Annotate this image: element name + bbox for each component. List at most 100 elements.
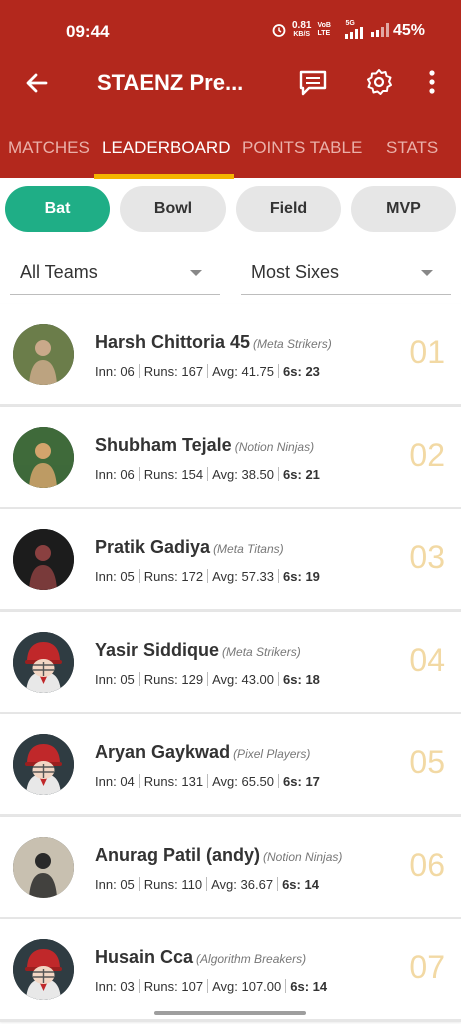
divider bbox=[207, 671, 209, 686]
stat-sixes: 6s: 21 bbox=[283, 467, 320, 482]
player-name: Pratik Gadiya bbox=[95, 537, 211, 557]
player-rank: 05 bbox=[409, 744, 445, 780]
player-rank: 06 bbox=[409, 846, 445, 883]
stat-innings: Inn: 05 bbox=[95, 877, 135, 892]
player-rank: 07 bbox=[409, 949, 445, 985]
stat-runs-label: Runs: bbox=[143, 569, 178, 584]
sort-dropdown[interactable]: Most Sixes bbox=[241, 252, 451, 295]
divider bbox=[207, 569, 209, 583]
player-name: Yasir Siddique bbox=[95, 639, 220, 660]
tab-stats[interactable]: STATS bbox=[386, 138, 438, 158]
stat-innings-label: Inn: bbox=[95, 569, 117, 584]
status-icons: 0.81 KB/S VoB LTE 5G bbox=[272, 20, 391, 39]
sort-value: Most Sixes bbox=[251, 262, 340, 282]
player-team: (Pixel Players) bbox=[233, 747, 311, 761]
stat-sixes-value: 19 bbox=[305, 569, 320, 584]
stat-runs: Runs: 131 bbox=[144, 774, 203, 789]
tab-points-table[interactable]: POINTS TABLE bbox=[242, 138, 362, 158]
divider bbox=[206, 876, 208, 891]
stat-runs-value: 131 bbox=[181, 774, 204, 789]
stat-runs: Runs: 107 bbox=[144, 979, 203, 994]
divider bbox=[138, 774, 140, 788]
player-card[interactable]: Harsh Chittoria 45 (Meta Strikers) Inn: 06… bbox=[0, 304, 461, 407]
chip-bowl[interactable]: Bowl bbox=[120, 186, 226, 232]
stat-innings: Inn: 06 bbox=[95, 364, 135, 379]
player-avatar bbox=[13, 426, 74, 488]
page-title: STAENZ Pre... bbox=[97, 70, 244, 95]
stat-average-value: 38.50 bbox=[241, 466, 275, 482]
stat-runs: Runs: 110 bbox=[144, 877, 202, 892]
tab-leaderboard[interactable]: LEADERBOARD bbox=[102, 138, 230, 158]
player-avatar bbox=[13, 529, 74, 590]
stat-innings-value: 03 bbox=[120, 979, 135, 994]
chip-bat[interactable]: Bat bbox=[5, 186, 110, 232]
chip-mvp[interactable]: MVP bbox=[351, 186, 456, 232]
stat-innings-label: Inn: bbox=[95, 876, 117, 892]
stat-runs-label: Runs: bbox=[143, 364, 178, 379]
player-card[interactable]: Husain Cca (Algorithm Breakers) Inn: 03 Run… bbox=[0, 919, 461, 1022]
signal-icon-2 bbox=[371, 22, 390, 37]
player-stats: Inn: 03 Runs: 107 Avg: 107.00 6s: 14 bbox=[95, 979, 327, 994]
player-card[interactable]: Aryan Gaykwad (Pixel Players) Inn: 04 Runs:… bbox=[0, 714, 461, 817]
stat-runs-label: Runs: bbox=[143, 466, 178, 482]
player-card[interactable]: Yasir Siddique (Meta Strikers) Inn: 05 Runs… bbox=[0, 611, 461, 715]
back-arrow-icon[interactable] bbox=[22, 68, 52, 98]
more-vert-icon[interactable] bbox=[424, 68, 440, 98]
stat-runs: Runs: 154 bbox=[144, 467, 203, 482]
stat-innings: Inn: 05 bbox=[95, 569, 135, 584]
divider bbox=[278, 671, 280, 686]
stat-runs-value: 107 bbox=[181, 979, 204, 994]
player-name: Anurag Patil (andy) bbox=[95, 844, 261, 865]
divider bbox=[207, 466, 209, 481]
chevron-down-icon bbox=[190, 270, 202, 276]
team-filter-dropdown[interactable]: All Teams bbox=[10, 252, 220, 295]
player-rank: 04 bbox=[409, 641, 445, 678]
stat-average-value: 41.75 bbox=[241, 364, 275, 379]
stat-innings-label: Inn: bbox=[95, 979, 117, 994]
stat-runs-value: 172 bbox=[181, 569, 204, 584]
divider bbox=[278, 569, 280, 583]
stat-average: Avg: 65.50 bbox=[212, 774, 274, 789]
stat-average-label: Avg: bbox=[212, 364, 238, 379]
player-rank: 02 bbox=[409, 436, 445, 473]
divider bbox=[285, 979, 287, 993]
stat-sixes-label: 6s: bbox=[283, 671, 302, 687]
stat-average-value: 107.00 bbox=[241, 979, 282, 994]
player-rank: 03 bbox=[409, 539, 445, 575]
stat-average: Avg: 36.67 bbox=[211, 877, 273, 892]
stat-sixes-value: 23 bbox=[305, 364, 320, 379]
stat-sixes-label: 6s: bbox=[283, 774, 302, 789]
gear-icon[interactable] bbox=[365, 68, 393, 96]
player-name: Harsh Chittoria 45 bbox=[95, 332, 251, 352]
stat-runs-label: Runs: bbox=[143, 979, 178, 994]
chip-field[interactable]: Field bbox=[236, 186, 341, 232]
stat-sixes: 6s: 17 bbox=[283, 774, 320, 789]
tab-bar: MATCHES LEADERBOARD POINTS TABLE STATS bbox=[0, 108, 461, 178]
net-speed: 0.81 bbox=[292, 19, 312, 31]
player-stats: Inn: 05 Runs: 110 Avg: 36.67 6s: 14 bbox=[95, 876, 319, 892]
stat-innings-value: 06 bbox=[120, 364, 135, 379]
stat-sixes: 6s: 19 bbox=[283, 569, 320, 584]
volte-label: VoB LTE bbox=[317, 21, 331, 37]
stat-sixes-value: 17 bbox=[305, 774, 320, 789]
default-player-avatar bbox=[13, 734, 74, 795]
player-name: Shubham Tejale bbox=[95, 434, 232, 455]
chat-icon[interactable] bbox=[298, 69, 328, 97]
stat-average: Avg: 57.33 bbox=[212, 569, 274, 584]
player-rank: 01 bbox=[409, 334, 445, 370]
stat-sixes: 6s: 23 bbox=[283, 364, 320, 379]
player-card[interactable]: Shubham Tejale (Notion Ninjas) Inn: 06 Runs… bbox=[0, 406, 461, 510]
player-card[interactable]: Pratik Gadiya (Meta Titans) Inn: 05 Runs: 1… bbox=[0, 509, 461, 612]
net-unit: KB/S bbox=[293, 30, 311, 38]
stat-innings: Inn: 05 bbox=[95, 672, 135, 687]
stat-innings: Inn: 03 bbox=[95, 979, 135, 994]
player-name-row: Yasir Siddique (Meta Strikers) bbox=[95, 640, 301, 661]
tab-matches[interactable]: MATCHES bbox=[8, 138, 90, 158]
divider bbox=[138, 364, 140, 378]
stat-innings-label: Inn: bbox=[95, 364, 117, 379]
stat-innings-label: Inn: bbox=[95, 466, 117, 482]
player-avatar bbox=[13, 324, 74, 385]
stat-average-label: Avg: bbox=[212, 569, 238, 584]
player-card[interactable]: Anurag Patil (andy) (Notion Ninjas) Inn: 0… bbox=[0, 816, 461, 920]
battery-level: 45% bbox=[393, 22, 426, 39]
